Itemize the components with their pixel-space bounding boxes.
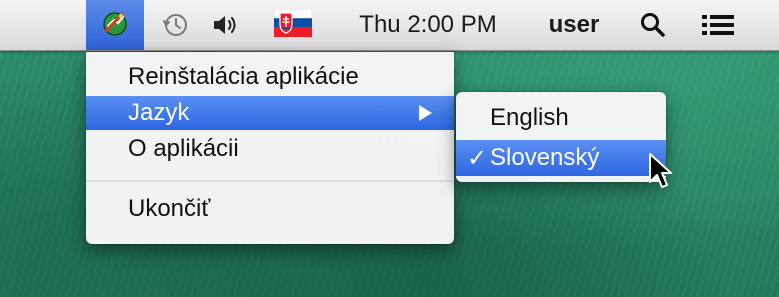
menu-separator xyxy=(86,180,454,182)
time-machine-icon[interactable] xyxy=(158,0,192,50)
menu-item-label: Jazyk xyxy=(128,99,190,126)
menu-item-label: Ukončiť xyxy=(128,195,211,222)
menu-item-label: O aplikácii xyxy=(128,135,239,162)
notification-list-icon[interactable] xyxy=(690,0,746,50)
app-menu-extra[interactable] xyxy=(86,0,144,50)
user-menu[interactable]: user xyxy=(538,0,610,50)
menu-item-quit[interactable]: Ukončiť xyxy=(86,192,454,226)
menu-item-label: Reinštalácia aplikácie xyxy=(128,63,359,90)
app-extra-icon xyxy=(100,8,130,42)
submenu-item-label: English xyxy=(490,104,569,131)
menu-item-language[interactable]: Jazyk xyxy=(86,96,454,130)
submenu-item-label: Slovenský xyxy=(490,144,600,171)
slovak-flag-icon xyxy=(273,8,313,41)
menu-bar: Thu 2:00 PM user xyxy=(0,0,779,51)
menu-item-reinstall[interactable]: Reinštalácia aplikácie xyxy=(86,60,454,94)
spotlight-search-icon[interactable] xyxy=(630,0,676,50)
checkmark-icon: ✓ xyxy=(466,144,488,172)
volume-icon[interactable] xyxy=(206,0,244,50)
menu-item-about[interactable]: O aplikácii xyxy=(86,132,454,166)
menubar-clock[interactable]: Thu 2:00 PM xyxy=(336,0,520,50)
submenu-item-slovak[interactable]: ✓ Slovenský xyxy=(456,140,666,176)
submenu-arrow-icon xyxy=(419,105,432,121)
input-source-menu[interactable] xyxy=(268,0,318,50)
language-submenu: English ✓ Slovenský xyxy=(456,92,666,182)
mouse-pointer-icon xyxy=(648,152,674,194)
submenu-item-english[interactable]: English xyxy=(456,100,666,136)
app-dropdown-menu: Reinštalácia aplikácie Jazyk O aplikácii… xyxy=(86,52,454,244)
